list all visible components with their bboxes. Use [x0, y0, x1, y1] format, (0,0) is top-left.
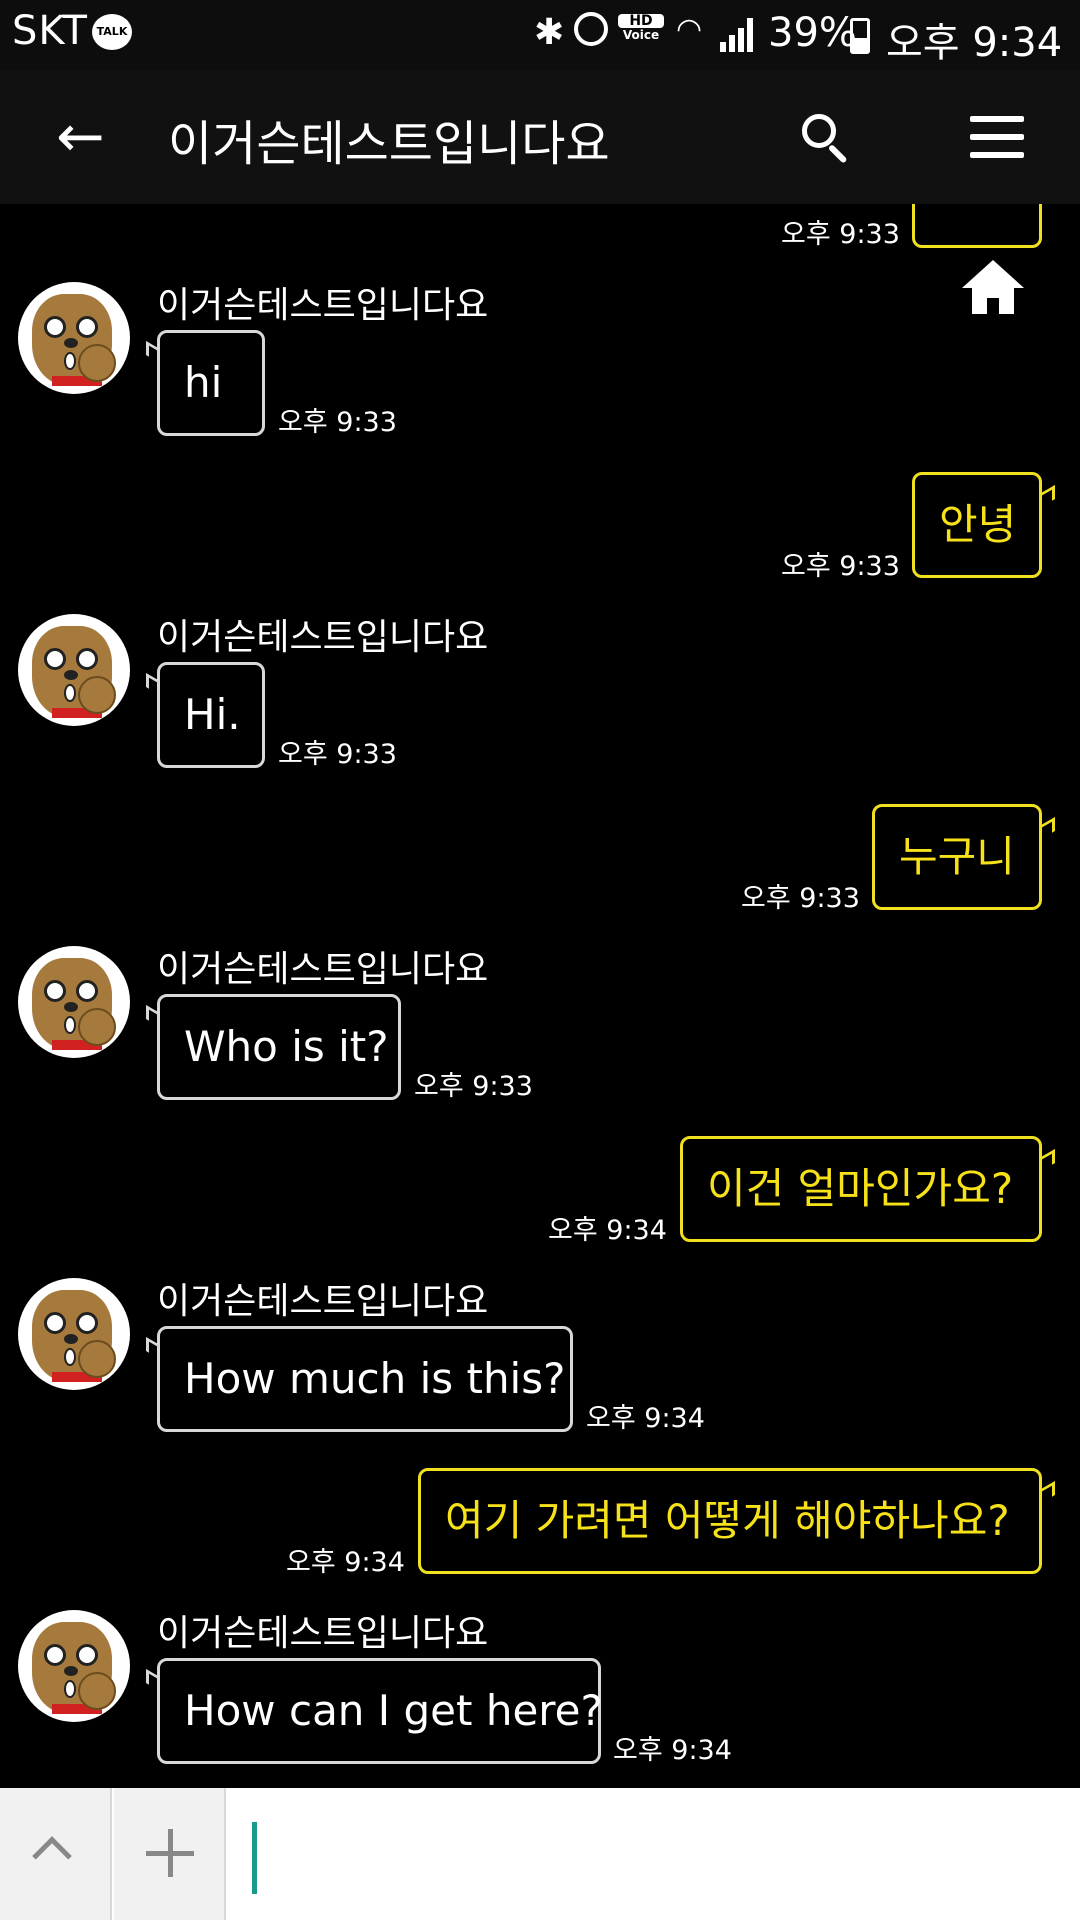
avatar[interactable]	[18, 282, 130, 394]
wifi-icon: ◠	[676, 12, 703, 47]
sender-name: 이거슨테스트입니다요	[157, 949, 489, 990]
message-bubble-outgoing[interactable]: 여기 가려면 어떻게 해야하나요?	[418, 1468, 1042, 1574]
hd-label: HD	[618, 14, 664, 28]
status-time: 오후 9:34	[886, 20, 1063, 66]
search-icon[interactable]	[798, 110, 854, 166]
message-time: 오후 9:34	[586, 1403, 705, 1434]
sender-name: 이거슨테스트입니다요	[157, 285, 489, 326]
back-arrow-icon[interactable]: ←	[56, 106, 116, 166]
bluetooth-icon: ✱	[534, 12, 565, 53]
voice-label: Voice	[622, 28, 660, 42]
message-bubble-incoming[interactable]: hi	[157, 330, 265, 436]
message-bubble-incoming[interactable]: Hi.	[157, 662, 265, 768]
battery-icon	[850, 18, 870, 54]
message-time: 오후 9:34	[613, 1735, 732, 1766]
text-cursor	[252, 1822, 257, 1894]
message-bubble-incoming[interactable]: Who is it?	[157, 994, 401, 1100]
message-time: 오후 9:34	[548, 1215, 667, 1246]
message-time: 오후 9:33	[278, 739, 397, 770]
home-icon[interactable]	[962, 260, 1024, 316]
carrier-label: SKT	[12, 8, 88, 54]
message-time: 오후 9:33	[278, 407, 397, 438]
message-bubble-outgoing[interactable]: 누구니	[872, 804, 1042, 910]
message-bubble-incoming[interactable]: How can I get here?	[157, 1658, 603, 1764]
hd-voice-icon: HD Voice	[618, 14, 664, 50]
message-time: 오후 9:33	[781, 551, 900, 582]
message-bubble-outgoing[interactable]: 이건 얼마인가요?	[680, 1136, 1042, 1242]
chevron-up-icon	[32, 1836, 72, 1876]
message-input[interactable]	[228, 1788, 1080, 1920]
battery-percent: 39%	[768, 10, 857, 56]
chat-header: ← 이거슨테스트입니다요	[0, 70, 1080, 204]
menu-icon[interactable]	[970, 116, 1024, 158]
kakaotalk-notification-icon: TALK	[92, 14, 132, 50]
status-bar: SKT TALK ✱ HD Voice ◠ 39% 오후 9:34	[0, 0, 1080, 70]
alarm-icon	[574, 12, 608, 46]
chat-title: 이거슨테스트입니다요	[168, 116, 610, 172]
sender-name: 이거슨테스트입니다요	[157, 1281, 489, 1322]
message-time: 오후 9:34	[286, 1547, 405, 1578]
input-bar	[0, 1788, 1080, 1920]
sender-name: 이거슨테스트입니다요	[157, 617, 489, 658]
message-time: 오후 9:33	[781, 219, 900, 250]
avatar[interactable]	[18, 1610, 130, 1722]
message-bubble-incoming[interactable]: How much is this?	[157, 1326, 573, 1432]
message-list[interactable]: 오후 9:33 이거슨테스트입니다요 hi 오후 9:33 오후 9:33 안녕…	[0, 204, 1080, 1788]
avatar[interactable]	[18, 1278, 130, 1390]
expand-button[interactable]	[0, 1788, 112, 1920]
attach-button[interactable]	[114, 1788, 226, 1920]
message-time: 오후 9:33	[741, 883, 860, 914]
sender-name: 이거슨테스트입니다요	[157, 1613, 489, 1654]
signal-icon	[720, 18, 760, 52]
avatar[interactable]	[18, 946, 130, 1058]
message-time: 오후 9:33	[414, 1071, 533, 1102]
avatar[interactable]	[18, 614, 130, 726]
message-bubble-outgoing[interactable]: 안녕	[912, 472, 1042, 578]
message-bubble-outgoing[interactable]	[912, 204, 1042, 248]
